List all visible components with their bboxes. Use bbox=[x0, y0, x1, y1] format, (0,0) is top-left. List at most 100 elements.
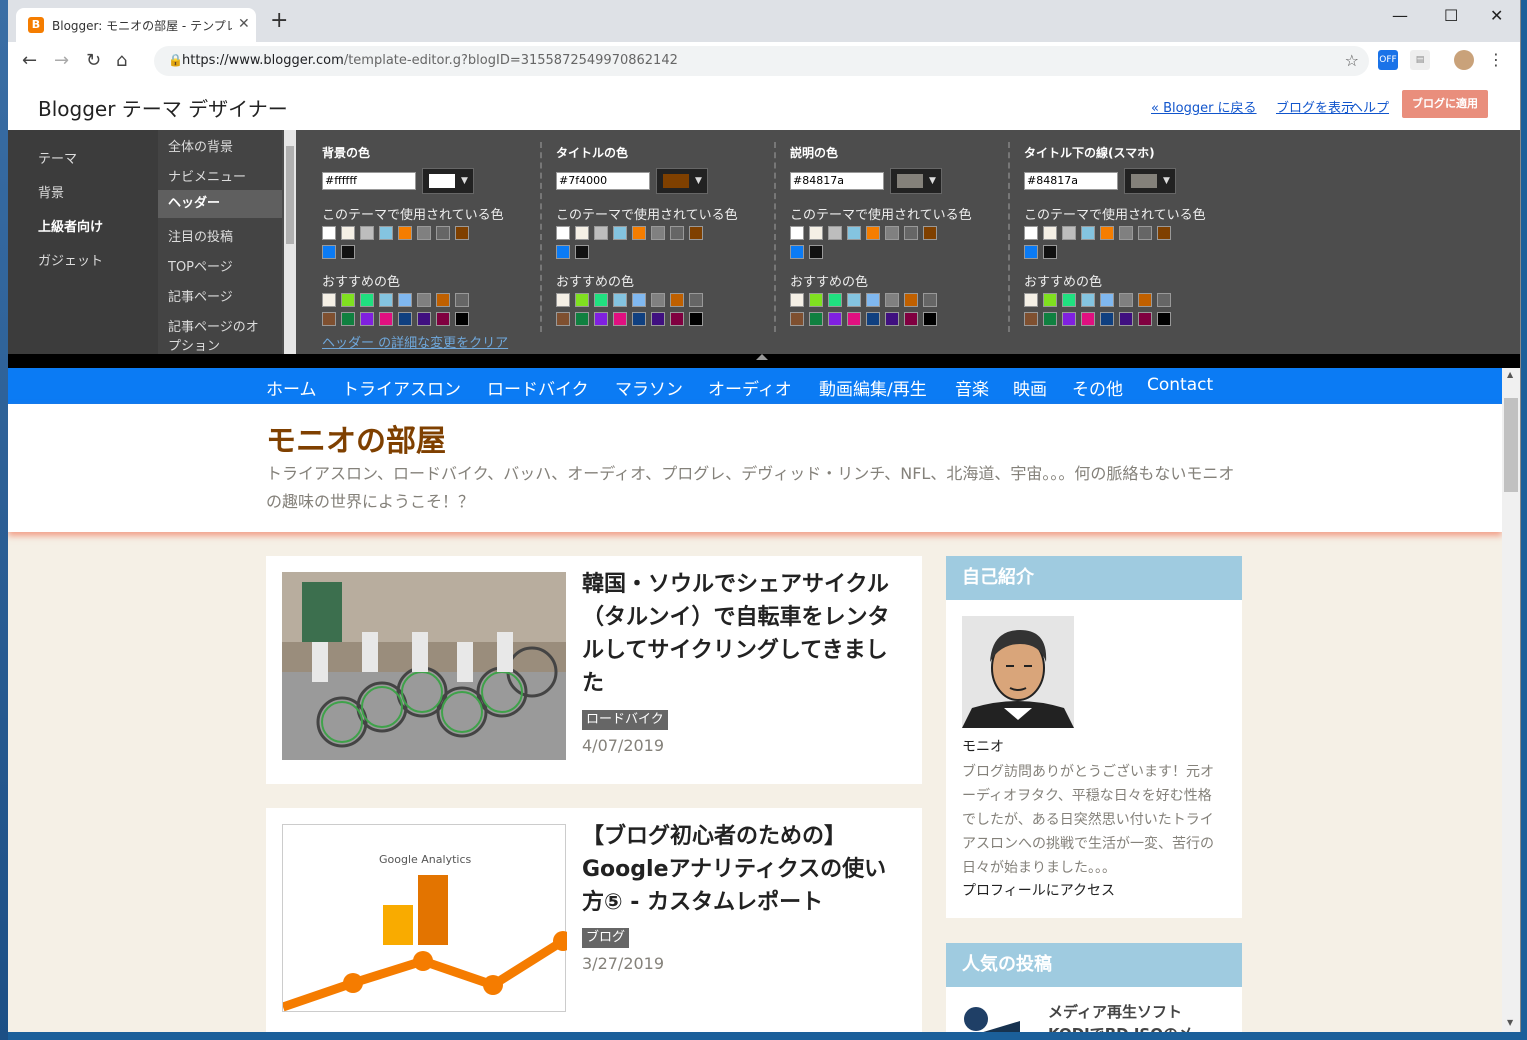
color-chip[interactable] bbox=[1157, 293, 1171, 307]
color-chip[interactable] bbox=[790, 293, 804, 307]
hex-input[interactable]: #84817a bbox=[790, 172, 884, 190]
post-label[interactable]: ブログ bbox=[582, 928, 630, 948]
color-chip[interactable] bbox=[556, 226, 570, 240]
color-chip[interactable] bbox=[632, 226, 646, 240]
color-chip[interactable] bbox=[670, 226, 684, 240]
color-chip[interactable] bbox=[790, 226, 804, 240]
color-chip[interactable] bbox=[651, 226, 665, 240]
post-label[interactable]: ロードバイク bbox=[582, 710, 668, 730]
profile-avatar[interactable] bbox=[962, 616, 1074, 728]
blog-nav-item[interactable]: その他 bbox=[1072, 375, 1123, 400]
color-chip[interactable] bbox=[436, 293, 450, 307]
color-chip[interactable] bbox=[1024, 312, 1038, 326]
color-chip[interactable] bbox=[923, 226, 937, 240]
post-title[interactable]: 【ブログ初心者のための】Googleアナリティクスの使い方⑤ - カスタムレポー… bbox=[582, 820, 902, 919]
blog-nav-item-contact[interactable]: Contact bbox=[1147, 375, 1213, 395]
color-chip[interactable] bbox=[689, 226, 703, 240]
color-chip[interactable] bbox=[575, 293, 589, 307]
maximize-icon[interactable]: ☐ bbox=[1444, 6, 1458, 25]
popular-post-thumbnail[interactable] bbox=[960, 1003, 1020, 1032]
color-chip[interactable] bbox=[1138, 226, 1152, 240]
color-chip[interactable] bbox=[613, 226, 627, 240]
subnav-item[interactable]: 注目の投稿 bbox=[168, 226, 233, 245]
address-bar[interactable]: 🔒 https://www.blogger.com/template-edito… bbox=[154, 46, 1369, 76]
color-picker-button[interactable]: ▼ bbox=[1124, 168, 1176, 194]
color-picker-button[interactable]: ▼ bbox=[656, 168, 708, 194]
color-chip[interactable] bbox=[809, 226, 823, 240]
color-chip[interactable] bbox=[360, 293, 374, 307]
color-chip[interactable] bbox=[809, 312, 823, 326]
color-chip[interactable] bbox=[417, 293, 431, 307]
blog-title[interactable]: モニオの部屋 bbox=[266, 416, 446, 460]
color-chip[interactable] bbox=[790, 245, 804, 259]
color-chip[interactable] bbox=[866, 226, 880, 240]
color-chip[interactable] bbox=[379, 312, 393, 326]
bookmark-star-icon[interactable]: ☆ bbox=[1345, 51, 1359, 70]
new-tab-icon[interactable]: + bbox=[270, 10, 288, 32]
color-chip[interactable] bbox=[613, 312, 627, 326]
color-chip[interactable] bbox=[809, 293, 823, 307]
color-chip[interactable] bbox=[417, 312, 431, 326]
post-thumbnail[interactable] bbox=[282, 572, 566, 760]
back-to-blogger-link[interactable]: « Blogger に戻る bbox=[1151, 97, 1257, 116]
profile-link[interactable]: プロフィールにアクセス bbox=[962, 880, 1115, 900]
color-chip[interactable] bbox=[594, 226, 608, 240]
blog-nav-item[interactable]: 映画 bbox=[1013, 375, 1047, 400]
browser-tab[interactable]: B Blogger: モニオの部屋 - テンプレート ✕ bbox=[16, 8, 256, 42]
color-chip[interactable] bbox=[828, 226, 842, 240]
color-chip[interactable] bbox=[575, 226, 589, 240]
color-chip[interactable] bbox=[455, 293, 469, 307]
color-chip[interactable] bbox=[455, 312, 469, 326]
color-chip[interactable] bbox=[847, 312, 861, 326]
color-chip[interactable] bbox=[322, 245, 336, 259]
color-chip[interactable] bbox=[341, 245, 355, 259]
color-chip[interactable] bbox=[398, 293, 412, 307]
window-close-icon[interactable]: ✕ bbox=[1490, 6, 1503, 25]
blog-nav-item[interactable]: 音楽 bbox=[955, 375, 989, 400]
color-chip[interactable] bbox=[1024, 293, 1038, 307]
preview-scrollbar[interactable]: ▲ ▼ bbox=[1502, 368, 1520, 1032]
profile-avatar-icon[interactable] bbox=[1454, 50, 1474, 70]
color-chip[interactable] bbox=[341, 293, 355, 307]
color-chip[interactable] bbox=[1062, 293, 1076, 307]
color-chip[interactable] bbox=[379, 226, 393, 240]
popular-post-title[interactable]: メディア再生ソフト KODIでBD ISOのメ bbox=[1048, 1001, 1228, 1032]
color-chip[interactable] bbox=[670, 293, 684, 307]
color-chip[interactable] bbox=[1100, 293, 1114, 307]
subnav-item[interactable]: 記事ページ bbox=[168, 286, 233, 305]
panel-splitter[interactable] bbox=[8, 354, 1520, 368]
browser-menu-icon[interactable]: ⋮ bbox=[1486, 50, 1506, 70]
color-chip[interactable] bbox=[1081, 226, 1095, 240]
blog-nav-item[interactable]: ホーム bbox=[266, 375, 317, 400]
nav-theme[interactable]: テーマ bbox=[38, 148, 77, 167]
color-chip[interactable] bbox=[341, 226, 355, 240]
color-chip[interactable] bbox=[790, 312, 804, 326]
color-chip[interactable] bbox=[322, 293, 336, 307]
color-chip[interactable] bbox=[379, 293, 393, 307]
color-chip[interactable] bbox=[1062, 226, 1076, 240]
color-chip[interactable] bbox=[1119, 293, 1133, 307]
color-chip[interactable] bbox=[885, 312, 899, 326]
color-chip[interactable] bbox=[1043, 226, 1057, 240]
blog-nav-item[interactable]: マラソン bbox=[615, 375, 683, 400]
color-chip[interactable] bbox=[689, 293, 703, 307]
back-icon[interactable]: ← bbox=[22, 50, 37, 71]
color-chip[interactable] bbox=[651, 312, 665, 326]
post-title[interactable]: 韓国・ソウルでシェアサイクル（タルンイ）で自転車をレンタルしてサイクリングしてき… bbox=[582, 568, 902, 700]
color-chip[interactable] bbox=[398, 312, 412, 326]
color-chip[interactable] bbox=[556, 312, 570, 326]
scroll-thumb[interactable] bbox=[1504, 398, 1518, 492]
color-chip[interactable] bbox=[689, 312, 703, 326]
color-chip[interactable] bbox=[1081, 293, 1095, 307]
blog-nav-item[interactable]: ロードバイク bbox=[487, 375, 589, 400]
hex-input[interactable]: #7f4000 bbox=[556, 172, 650, 190]
nav-advanced[interactable]: 上級者向け bbox=[38, 216, 103, 235]
extension-off-icon[interactable]: OFF bbox=[1378, 50, 1398, 70]
hex-input[interactable]: #ffffff bbox=[322, 172, 416, 190]
color-chip[interactable] bbox=[594, 293, 608, 307]
color-chip[interactable] bbox=[556, 293, 570, 307]
subnav-scrollbar[interactable] bbox=[284, 130, 296, 354]
color-chip[interactable] bbox=[1024, 226, 1038, 240]
color-chip[interactable] bbox=[1138, 312, 1152, 326]
color-chip[interactable] bbox=[1157, 226, 1171, 240]
